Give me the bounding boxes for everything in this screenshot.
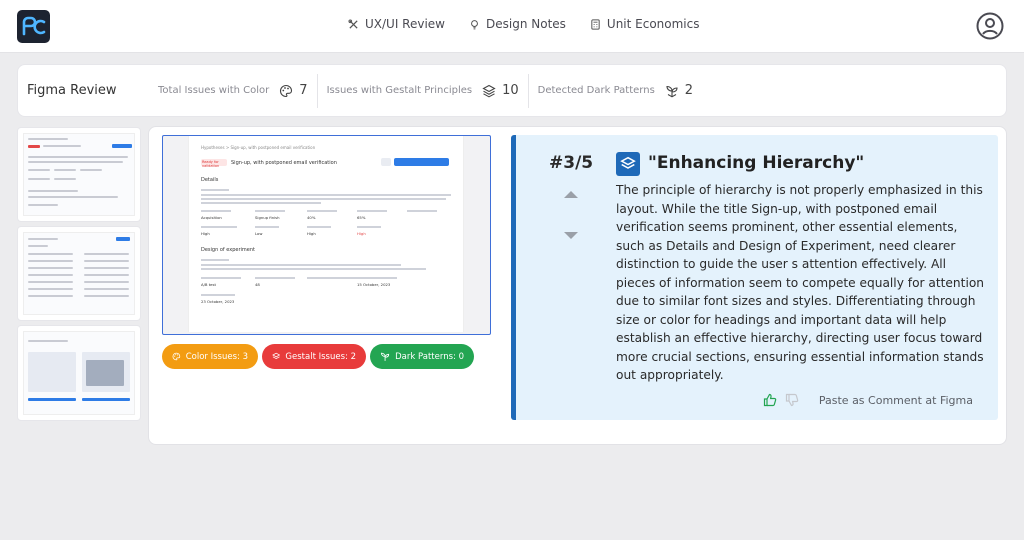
feedback-actions: Paste as Comment at Figma bbox=[763, 393, 973, 407]
thumbnail-preview bbox=[23, 331, 135, 415]
chip-label: Color Issues: 3 bbox=[185, 351, 248, 362]
thumbnail-page-1[interactable] bbox=[17, 127, 141, 222]
main-nav: UX/UI Review Design Notes Unit Economics bbox=[348, 17, 700, 31]
thumbnail-preview bbox=[23, 232, 135, 315]
preview-value: 15 October, 2023 bbox=[357, 282, 391, 287]
preview-edit-button bbox=[381, 158, 391, 166]
preview-breadcrumb: Hypotheses > Sign-up, with postponed ema… bbox=[201, 145, 316, 150]
stat-color-issues: Total Issues with Color 7 bbox=[149, 74, 317, 108]
paste-comment-button[interactable]: Paste as Comment at Figma bbox=[819, 394, 973, 407]
calculator-icon bbox=[591, 18, 600, 30]
preview-action-button bbox=[394, 158, 449, 166]
thumbnail-preview bbox=[23, 133, 135, 216]
stat-label: Total Issues with Color bbox=[158, 85, 270, 96]
stat-value: 2 bbox=[684, 83, 694, 98]
preview-value: High bbox=[201, 231, 210, 236]
preview-value: 48 bbox=[255, 282, 260, 287]
previous-issue-arrow-icon[interactable] bbox=[564, 191, 578, 198]
issue-category-chips: Color Issues: 3 Gestalt Issues: 2 Dark P… bbox=[162, 344, 474, 369]
issue-description: The principle of hierarchy is not proper… bbox=[616, 183, 985, 382]
preview-section-design: Design of experiment bbox=[201, 247, 255, 253]
nav-label: UX/UI Review bbox=[365, 17, 445, 31]
preview-value: Signup finish bbox=[255, 215, 280, 220]
dark-patterns-chip[interactable]: Dark Patterns: 0 bbox=[370, 344, 474, 369]
chip-label: Gestalt Issues: 2 bbox=[285, 351, 356, 362]
logo-mark-icon bbox=[22, 16, 45, 35]
layers-icon bbox=[272, 352, 281, 360]
nav-label: Unit Economics bbox=[606, 17, 700, 31]
stat-value: 7 bbox=[299, 83, 308, 98]
sprout-icon bbox=[666, 85, 678, 97]
tools-icon bbox=[348, 18, 358, 29]
palette-icon bbox=[280, 84, 293, 97]
top-bar: UX/UI Review Design Notes Unit Economics bbox=[0, 0, 1024, 53]
review-main-card: Hypotheses > Sign-up, with postponed ema… bbox=[148, 126, 1007, 445]
review-stats-bar: Figma Review Total Issues with Color 7 I… bbox=[17, 64, 1007, 117]
stat-label: Issues with Gestalt Principles bbox=[326, 85, 473, 96]
preview-status-badge: Ready for validation bbox=[201, 159, 227, 168]
sprout-icon bbox=[381, 352, 390, 361]
design-frame: Hypotheses > Sign-up, with postponed ema… bbox=[188, 136, 464, 332]
stat-dark-patterns: Detected Dark Patterns 2 bbox=[527, 73, 702, 108]
issue-counter: #3/5 bbox=[549, 153, 594, 173]
review-title: Figma Review bbox=[27, 83, 117, 98]
preview-value: A/B test bbox=[201, 282, 216, 287]
preview-value: High bbox=[307, 231, 316, 236]
issue-title: "Enhancing Hierarchy" bbox=[648, 153, 865, 173]
preview-value: Low bbox=[255, 231, 263, 236]
preview-value: Acquisition bbox=[201, 215, 222, 220]
thumbs-up-icon[interactable] bbox=[763, 393, 777, 407]
nav-unit-economics[interactable]: Unit Economics bbox=[590, 17, 700, 31]
stat-label: Detected Dark Patterns bbox=[537, 85, 655, 96]
stat-gestalt-issues: Issues with Gestalt Principles 10 bbox=[316, 73, 528, 108]
layers-icon bbox=[482, 84, 496, 97]
color-issues-chip[interactable]: Color Issues: 3 bbox=[162, 344, 258, 369]
nav-ux-ui-review[interactable]: UX/UI Review bbox=[348, 17, 445, 31]
nav-label: Design Notes bbox=[486, 17, 566, 31]
preview-title: Sign-up, with postponed email verificati… bbox=[231, 160, 337, 166]
palette-icon bbox=[172, 352, 181, 361]
thumbnail-page-3[interactable] bbox=[17, 325, 141, 421]
preview-value: 40% bbox=[307, 215, 316, 220]
user-avatar-icon[interactable] bbox=[976, 12, 1004, 40]
stat-value: 10 bbox=[502, 83, 519, 98]
issue-detail-panel: #3/5 "Enhancing Hierarchy" The principle… bbox=[511, 135, 998, 420]
thumbnail-page-2[interactable] bbox=[17, 226, 141, 321]
gestalt-issues-chip[interactable]: Gestalt Issues: 2 bbox=[262, 344, 366, 369]
preview-value: 65% bbox=[357, 215, 366, 220]
layers-icon bbox=[616, 152, 640, 176]
preview-section-details: Details bbox=[201, 177, 219, 183]
preview-value: High bbox=[357, 231, 366, 236]
page-thumbnails bbox=[17, 127, 141, 425]
thumbs-down-icon[interactable] bbox=[785, 393, 799, 407]
next-issue-arrow-icon[interactable] bbox=[564, 232, 578, 239]
app-logo[interactable] bbox=[17, 10, 50, 43]
chip-label: Dark Patterns: 0 bbox=[395, 351, 464, 362]
lightbulb-icon bbox=[471, 19, 478, 29]
design-preview[interactable]: Hypotheses > Sign-up, with postponed ema… bbox=[162, 135, 491, 335]
preview-value: 23 October, 2023 bbox=[201, 299, 235, 304]
nav-design-notes[interactable]: Design Notes bbox=[469, 17, 566, 31]
